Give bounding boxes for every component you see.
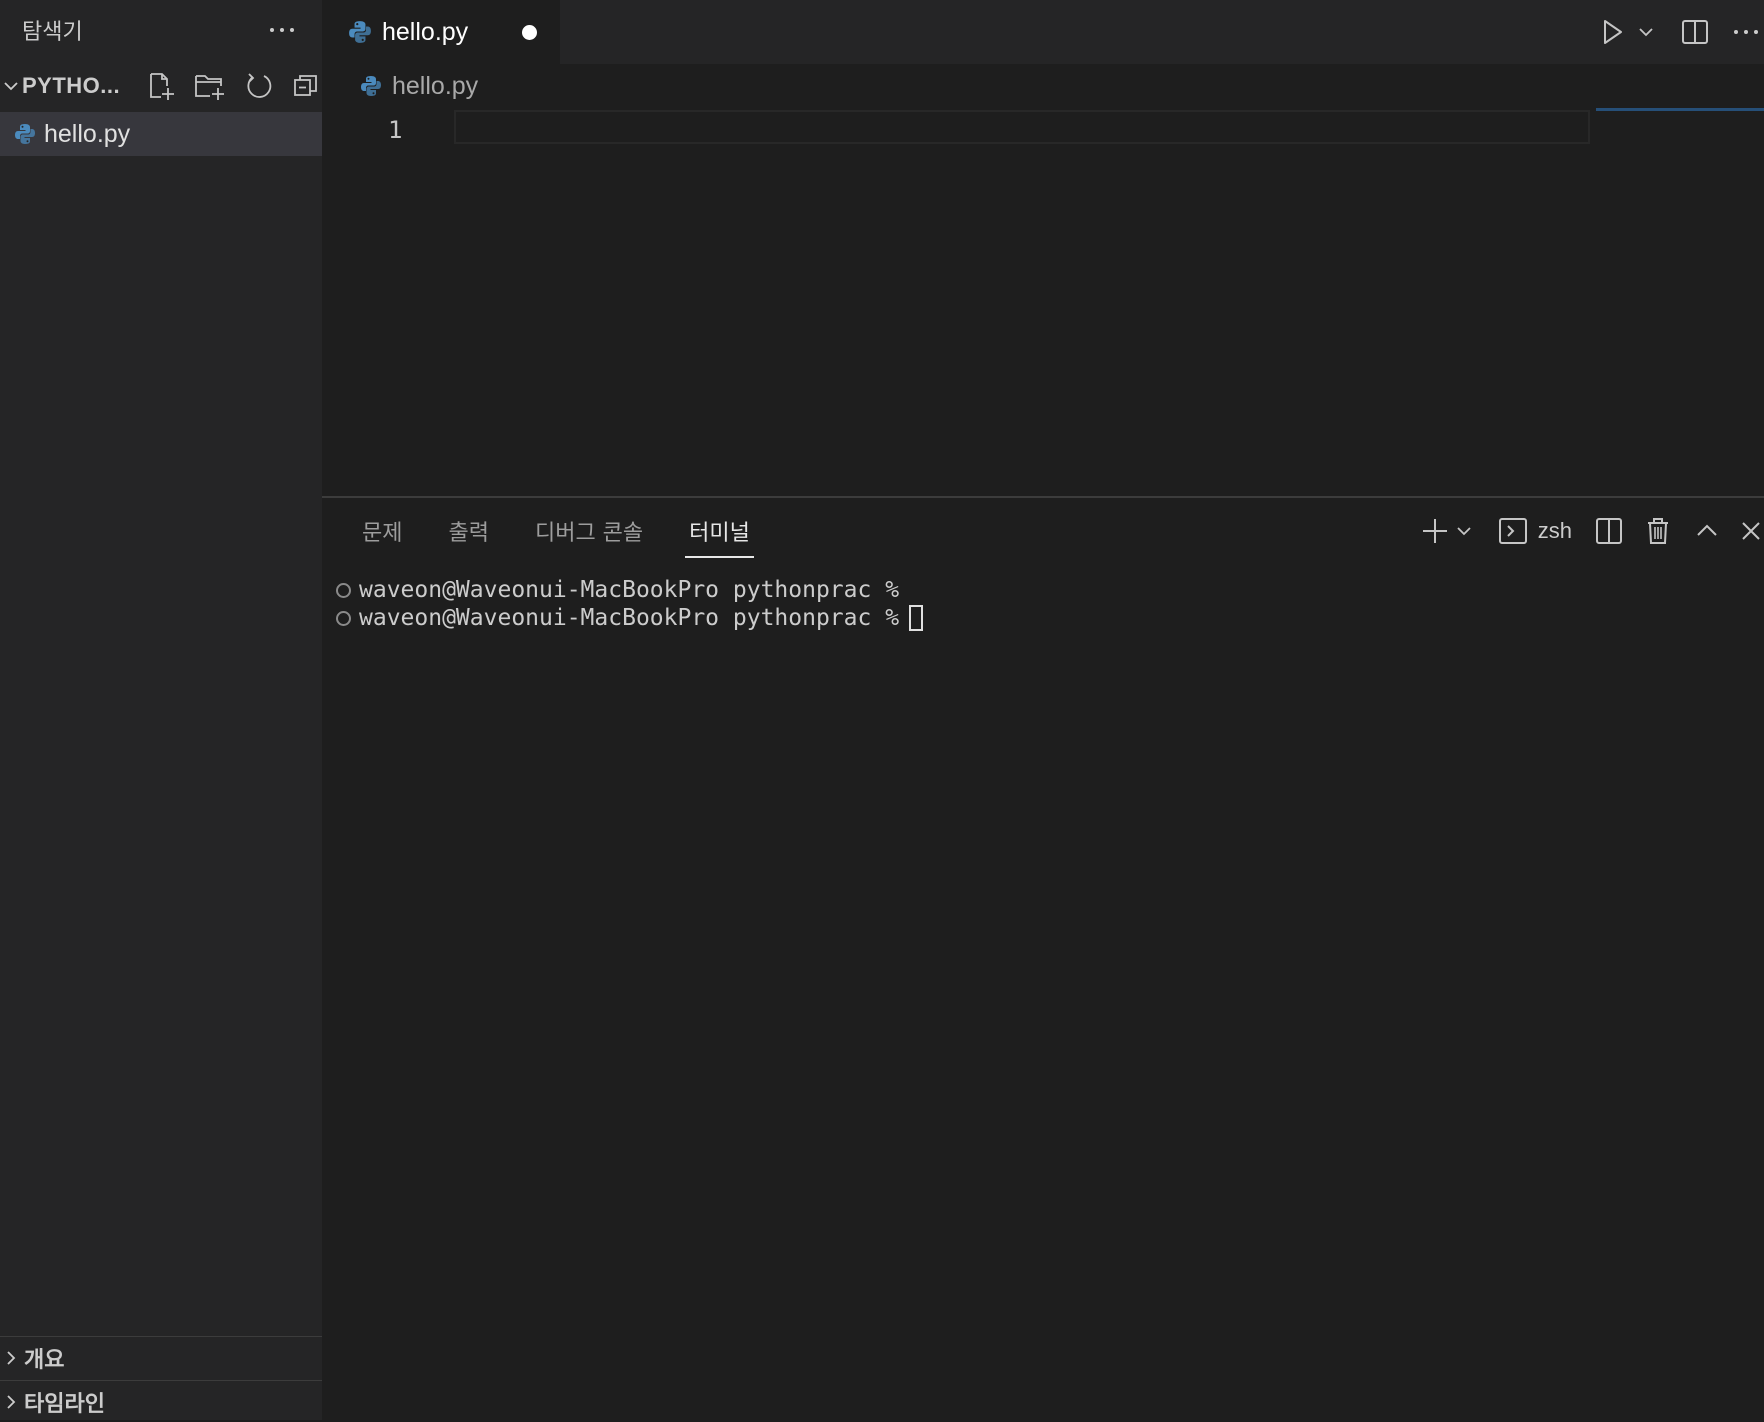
timeline-label: 타임라인 <box>24 1391 105 1417</box>
chevron-right-icon <box>7 1350 16 1365</box>
terminal-line: waveon@Waveonui-MacBookPro pythonprac % <box>336 604 1764 632</box>
split-terminal-icon[interactable] <box>1594 516 1624 546</box>
outline-section[interactable]: 개요 <box>0 1336 322 1378</box>
tab-terminal[interactable]: 터미널 <box>685 498 754 564</box>
terminal-actions: zsh <box>1420 498 1764 564</box>
outline-label: 개요 <box>24 1347 65 1373</box>
breadcrumb: hello.py <box>322 64 1764 108</box>
folder-header[interactable]: PYTHO... <box>0 60 322 112</box>
bottom-panel: 문제 출력 디버그 콘솔 터미널 zsh waveon@Waveonui-Mac… <box>322 496 1764 1420</box>
prompt-text: waveon@Waveonui-MacBookPro pythonprac % <box>359 605 900 631</box>
editor-actions <box>1598 0 1764 64</box>
python-file-icon <box>349 21 371 43</box>
tab-debug-console[interactable]: 디버그 콘솔 <box>535 498 643 564</box>
tab-label: hello.py <box>382 17 469 46</box>
collapse-all-icon[interactable] <box>292 72 320 100</box>
terminal-shell-selector[interactable]: zsh <box>1498 516 1572 546</box>
run-icon[interactable] <box>1598 17 1626 47</box>
timeline-section[interactable]: 타임라인 <box>0 1380 322 1422</box>
editor-tab-bar: hello.py <box>322 0 1764 64</box>
terminal-icon <box>1498 518 1527 544</box>
python-file-icon <box>361 76 381 96</box>
chevron-right-icon <box>7 1394 16 1409</box>
code-editor[interactable]: 1 <box>322 108 1764 496</box>
editor-group: hello.py hello.py 1 <box>322 0 1764 496</box>
terminal-dropdown-chevron-icon[interactable] <box>1454 521 1474 541</box>
run-options-chevron-icon[interactable] <box>1636 22 1656 42</box>
tab-problems[interactable]: 문제 <box>362 498 402 564</box>
file-label: hello.py <box>44 119 131 148</box>
terminal-output[interactable]: waveon@Waveonui-MacBookPro pythonprac % … <box>322 564 1764 632</box>
shell-name: zsh <box>1537 518 1572 543</box>
unsaved-dot-icon[interactable] <box>522 24 537 40</box>
chevron-down-icon <box>4 82 18 91</box>
refresh-icon[interactable] <box>244 71 274 101</box>
panel-tabs: 문제 출력 디버그 콘솔 터미널 zsh <box>322 498 1764 564</box>
explorer-header: 탐색기 <box>0 0 322 60</box>
current-line-highlight[interactable] <box>454 110 1590 144</box>
python-file-icon <box>15 124 35 144</box>
kill-terminal-icon[interactable] <box>1644 516 1672 546</box>
breadcrumb-file[interactable]: hello.py <box>392 72 478 101</box>
folder-actions <box>146 71 320 101</box>
explorer-title: 탐색기 <box>22 20 83 45</box>
command-decoration-icon[interactable] <box>336 582 351 598</box>
close-panel-icon[interactable] <box>1738 518 1764 544</box>
prompt-text: waveon@Waveonui-MacBookPro pythonprac % <box>359 577 900 603</box>
new-file-icon[interactable] <box>146 71 176 101</box>
maximize-panel-icon[interactable] <box>1694 518 1720 544</box>
new-terminal-icon[interactable] <box>1420 516 1450 546</box>
split-editor-icon[interactable] <box>1680 17 1710 47</box>
command-decoration-icon[interactable] <box>336 610 351 626</box>
minimap-slider[interactable] <box>1596 108 1764 111</box>
editor-tab-hello-py[interactable]: hello.py <box>322 0 560 64</box>
folder-name: PYTHO... <box>22 73 121 98</box>
line-number: 1 <box>388 116 403 144</box>
terminal-cursor <box>909 605 924 631</box>
more-actions-icon[interactable] <box>1734 30 1758 34</box>
file-item-hello-py[interactable]: hello.py <box>0 112 322 156</box>
new-folder-icon[interactable] <box>194 71 226 101</box>
terminal-line: waveon@Waveonui-MacBookPro pythonprac % <box>336 576 1764 604</box>
tab-output[interactable]: 출력 <box>448 498 488 564</box>
explorer-sidebar: 탐색기 PYTHO... hello.py 개요 타임라인 <box>0 0 322 1420</box>
more-actions-icon[interactable] <box>270 28 294 32</box>
